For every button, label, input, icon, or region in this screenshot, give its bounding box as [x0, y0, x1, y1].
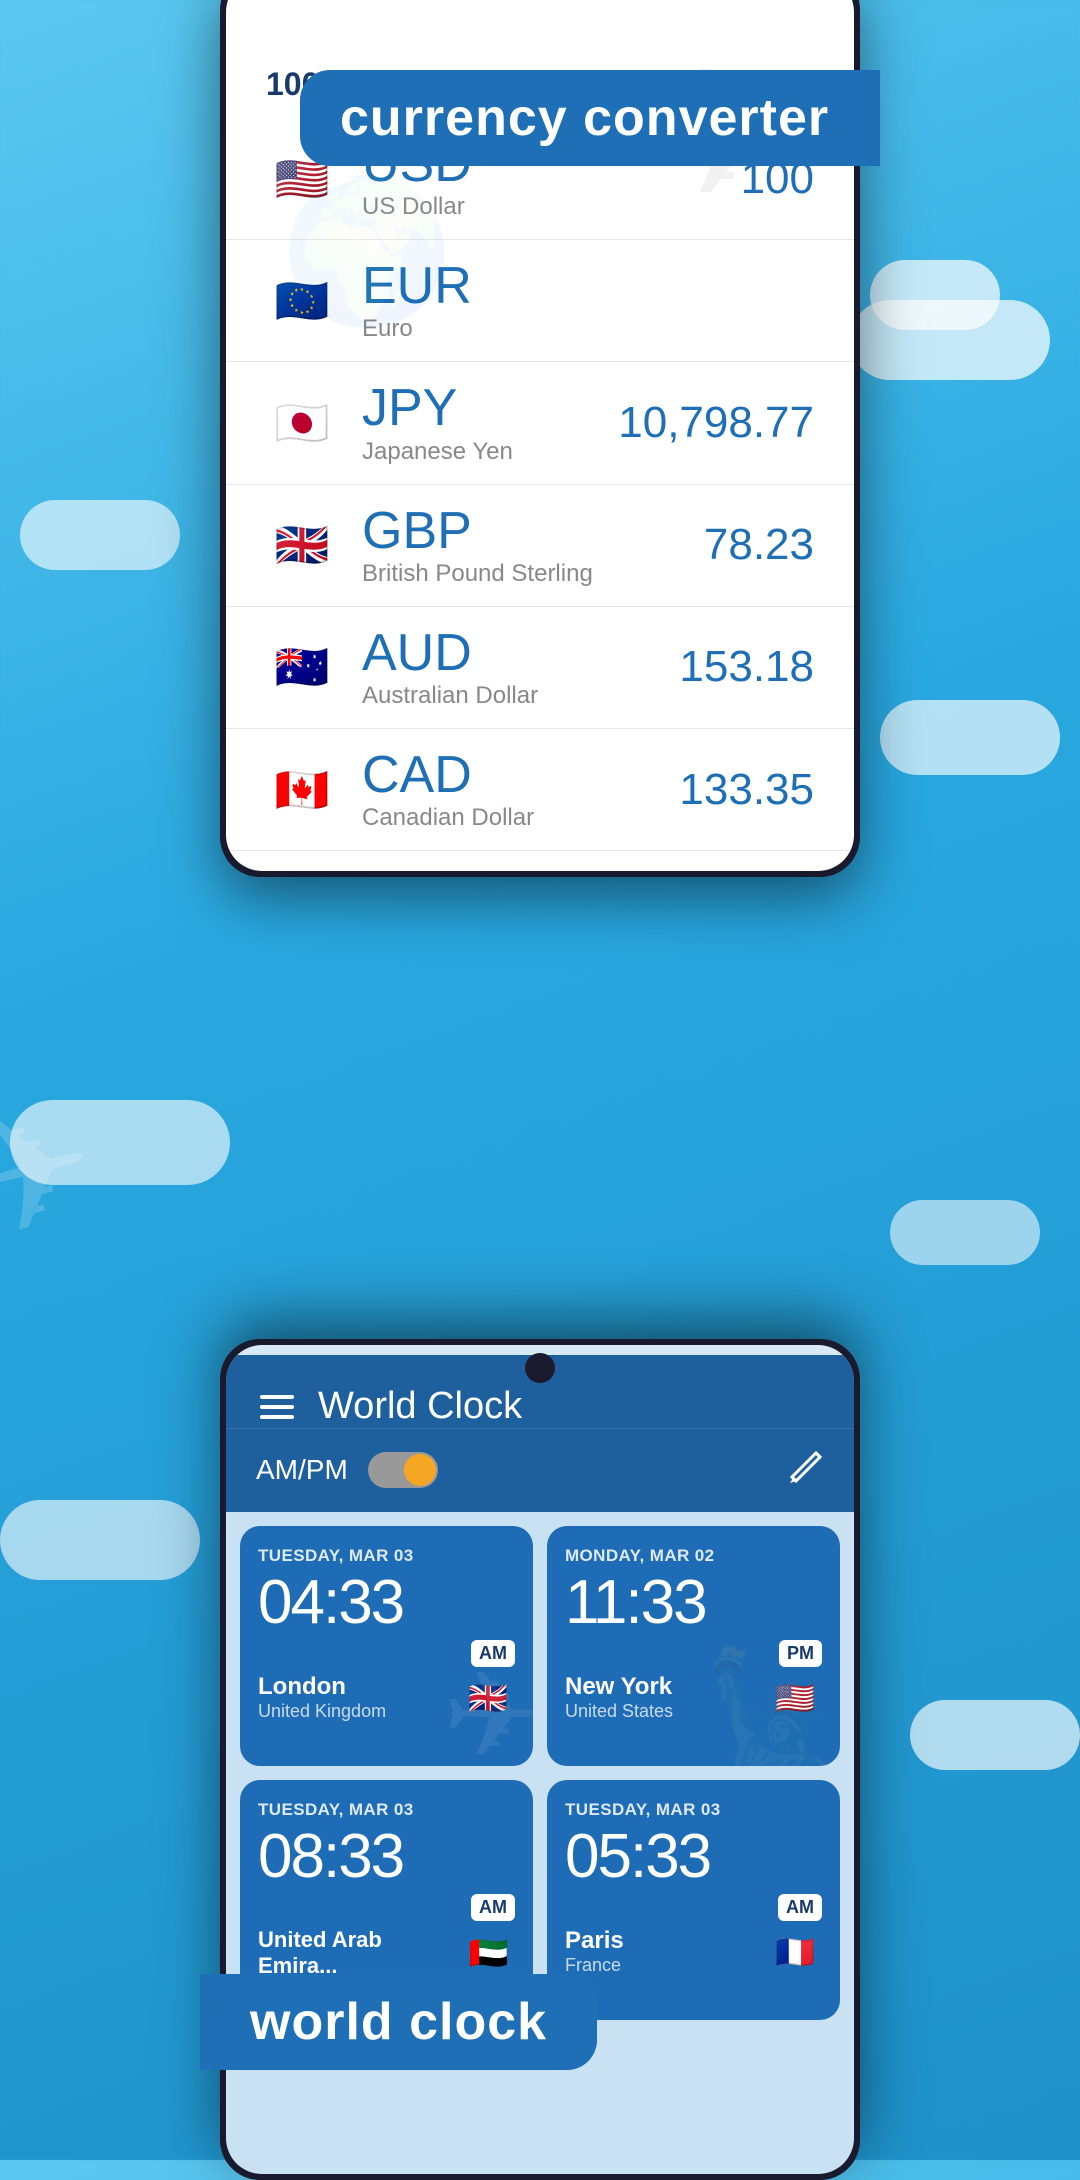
gbp-value: 78.23	[704, 520, 814, 570]
usd-name: US Dollar	[362, 193, 741, 221]
currency-row-jpy[interactable]: 🇯🇵 JPY Japanese Yen 10,798.77	[226, 362, 854, 484]
newyork-flag: 🇺🇸	[768, 1680, 822, 1716]
london-country: United Kingdom	[258, 1701, 386, 1722]
edit-button[interactable]	[788, 1449, 824, 1490]
uae-ampm-badge: AM	[471, 1894, 515, 1921]
gbp-flag: 🇬🇧	[266, 509, 338, 581]
toggle-knob	[404, 1454, 436, 1486]
cad-flag: 🇨🇦	[266, 754, 338, 826]
uae-date: TUESDAY, MAR 03	[258, 1800, 515, 1820]
london-date: TUESDAY, MAR 03	[258, 1546, 515, 1566]
gbp-name: British Pound Sterling	[362, 560, 704, 588]
newyork-city-row: New York United States 🇺🇸	[565, 1673, 822, 1722]
uae-time: 08:33	[258, 1826, 515, 1888]
notch	[525, 1353, 555, 1383]
cad-info: CAD Canadian Dollar	[362, 747, 679, 832]
clock-grid: ✈ TUESDAY, MAR 03 04:33 AM London United…	[226, 1512, 854, 2034]
uae-city-row: United Arab Emira... 🇦🇪	[258, 1927, 515, 1979]
cad-name: Canadian Dollar	[362, 804, 679, 832]
aud-value: 153.18	[679, 642, 814, 692]
pencil-icon	[788, 1449, 824, 1485]
london-city: London	[258, 1673, 386, 1701]
currency-phone: currency converter ✈ 🌍 100 USD equals: 🇺…	[220, 0, 860, 877]
ampm-toggle[interactable]	[368, 1452, 438, 1488]
gbp-code: GBP	[362, 503, 704, 560]
currency-row-aud[interactable]: 🇦🇺 AUD Australian Dollar 153.18	[226, 607, 854, 729]
jpy-code: JPY	[362, 380, 618, 437]
eur-code: EUR	[362, 258, 814, 315]
london-flag: 🇬🇧	[461, 1680, 515, 1716]
gbp-info: GBP British Pound Sterling	[362, 503, 704, 588]
jpy-name: Japanese Yen	[362, 438, 618, 466]
aud-info: AUD Australian Dollar	[362, 625, 679, 710]
paris-flag: 🇫🇷	[768, 1934, 822, 1970]
london-time: 04:33	[258, 1572, 515, 1634]
newyork-time: 11:33	[565, 1572, 822, 1634]
aud-code: AUD	[362, 625, 679, 682]
hamburger-menu-button[interactable]	[256, 1391, 298, 1423]
jpy-flag: 🇯🇵	[266, 387, 338, 459]
newyork-ampm-badge: PM	[779, 1640, 822, 1667]
paris-ampm-badge: AM	[778, 1894, 822, 1921]
currency-row-gbp[interactable]: 🇬🇧 GBP British Pound Sterling 78.23	[226, 485, 854, 607]
newyork-country: United States	[565, 1701, 673, 1722]
clock-card-newyork[interactable]: 🗽 MONDAY, MAR 02 11:33 PM New York Unite…	[547, 1526, 840, 1766]
paris-date: TUESDAY, MAR 03	[565, 1800, 822, 1820]
world-clock-banner: world clock	[200, 1974, 597, 2070]
currency-row-eur[interactable]: 🇪🇺 EUR Euro	[226, 240, 854, 362]
world-clock-banner-text: world clock	[250, 1993, 547, 2051]
paris-time: 05:33	[565, 1826, 822, 1888]
jpy-info: JPY Japanese Yen	[362, 380, 618, 465]
paris-country: France	[565, 1955, 624, 1976]
paris-city-row: Paris France 🇫🇷	[565, 1927, 822, 1976]
newyork-city: New York	[565, 1673, 673, 1701]
eur-info: EUR Euro	[362, 258, 814, 343]
london-city-row: London United Kingdom 🇬🇧	[258, 1673, 515, 1722]
clock-card-paris[interactable]: TUESDAY, MAR 03 05:33 AM Paris France 🇫🇷	[547, 1780, 840, 2020]
eur-name: Euro	[362, 315, 814, 343]
jpy-value: 10,798.77	[618, 398, 814, 448]
world-clock-phone: world clock World Clock AM/PM	[220, 1339, 860, 2180]
paris-city: Paris	[565, 1927, 624, 1955]
currency-banner: currency converter	[300, 70, 880, 166]
uae-city: United Arab Emira...	[258, 1927, 462, 1979]
aud-name: Australian Dollar	[362, 682, 679, 710]
cad-code: CAD	[362, 747, 679, 804]
cad-value: 133.35	[679, 765, 814, 815]
newyork-date: MONDAY, MAR 02	[565, 1546, 822, 1566]
aud-flag: 🇦🇺	[266, 631, 338, 703]
currency-banner-text: currency converter	[340, 89, 829, 147]
clock-title: World Clock	[318, 1385, 824, 1428]
london-ampm-badge: AM	[471, 1640, 515, 1667]
currency-row-cad[interactable]: 🇨🇦 CAD Canadian Dollar 133.35	[226, 729, 854, 851]
ampm-label: AM/PM	[256, 1454, 348, 1486]
eur-flag: 🇪🇺	[266, 265, 338, 337]
uae-flag: 🇦🇪	[462, 1935, 515, 1971]
clock-card-london[interactable]: ✈ TUESDAY, MAR 03 04:33 AM London United…	[240, 1526, 533, 1766]
ampm-row: AM/PM	[226, 1428, 854, 1512]
